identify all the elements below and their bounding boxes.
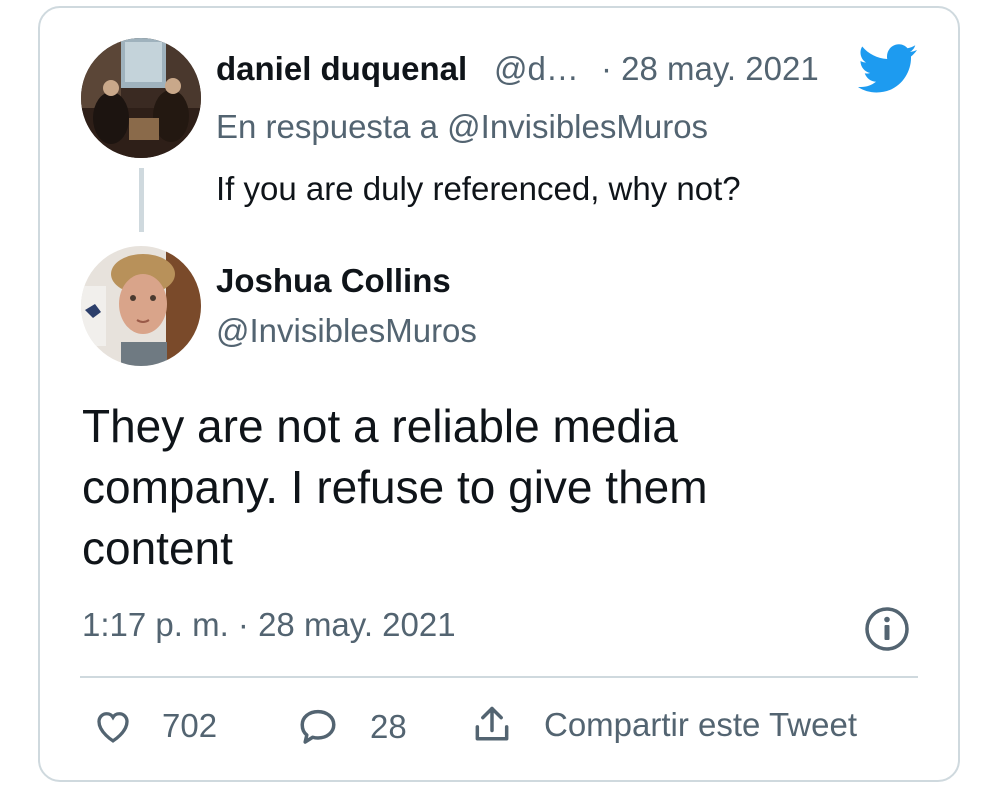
twitter-bird-icon[interactable] bbox=[858, 44, 918, 99]
reply-button[interactable]: 28 bbox=[296, 705, 407, 749]
thread-connector bbox=[139, 168, 144, 232]
info-icon[interactable] bbox=[863, 605, 911, 658]
tweet-author-avatar[interactable] bbox=[81, 246, 201, 366]
tweet-timestamp[interactable]: 1:17 p. m. · 28 may. 2021 bbox=[82, 606, 456, 644]
reply-text: If you are duly referenced, why not? bbox=[216, 170, 741, 207]
share-label: Compartir este Tweet bbox=[544, 706, 858, 743]
reply-author-handle[interactable]: @d… bbox=[494, 50, 579, 88]
tweet-author-name[interactable]: Joshua Collins bbox=[216, 262, 451, 300]
tweet-author-handle[interactable]: @InvisiblesMuros bbox=[216, 312, 477, 350]
reply-author-name[interactable]: daniel duquenal bbox=[216, 50, 467, 88]
heart-icon bbox=[97, 712, 129, 743]
reply-date[interactable]: · 28 may. 2021 bbox=[601, 50, 819, 88]
tweet-text: They are not a reliable media company. I… bbox=[82, 400, 708, 574]
actions-divider bbox=[80, 676, 918, 678]
in-reply-to-label[interactable]: En respuesta a @InvisiblesMuros bbox=[216, 108, 708, 146]
share-button[interactable]: Compartir este Tweet bbox=[470, 703, 857, 747]
reply-icon bbox=[300, 709, 336, 744]
like-count: 702 bbox=[162, 707, 218, 744]
like-button[interactable]: 702 bbox=[92, 705, 217, 747]
reply-author-avatar[interactable] bbox=[81, 38, 201, 158]
reply-count: 28 bbox=[370, 708, 407, 745]
share-icon bbox=[475, 706, 509, 741]
